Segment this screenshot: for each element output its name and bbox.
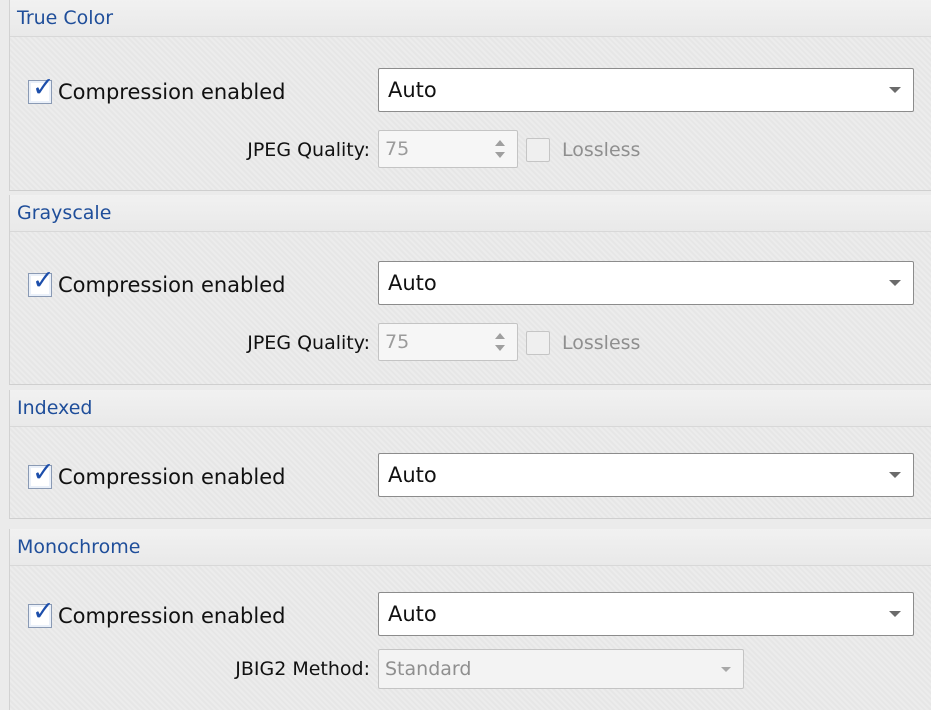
spin-down-icon[interactable]	[495, 345, 505, 351]
checkmark-icon: ✓	[32, 265, 55, 296]
section-title: Monochrome	[17, 536, 141, 558]
spin-up-icon[interactable]	[495, 140, 505, 146]
checkmark-icon: ✓	[32, 457, 55, 488]
chevron-down-icon	[889, 611, 901, 617]
checkmark-icon: ✓	[32, 72, 55, 103]
spinner-value: 75	[385, 138, 410, 160]
section-title: Indexed	[17, 397, 93, 419]
section-header: Indexed	[10, 390, 931, 427]
section-grayscale: Grayscale ✓ Compression enabled Auto JPE…	[9, 195, 931, 385]
compression-method-dropdown[interactable]: Auto	[378, 592, 914, 636]
dropdown-value: Auto	[388, 271, 437, 295]
jpeg-quality-spinner[interactable]: 75	[378, 130, 518, 168]
chevron-down-icon	[889, 87, 901, 93]
spin-down-icon[interactable]	[495, 152, 505, 158]
compression-enabled-label[interactable]: Compression enabled	[58, 604, 285, 628]
jpeg-quality-spinner[interactable]: 75	[378, 323, 518, 361]
jbig2-method-label: JBIG2 Method:	[235, 658, 370, 680]
section-title: True Color	[17, 7, 114, 29]
compression-method-dropdown[interactable]: Auto	[378, 68, 914, 112]
jbig2-method-dropdown[interactable]: Standard	[378, 649, 744, 689]
section-header: True Color	[10, 0, 931, 37]
compression-enabled-checkbox[interactable]: ✓	[28, 459, 55, 489]
compression-settings-panel: True Color ✓ Compression enabled Auto JP…	[9, 0, 931, 710]
section-header: Grayscale	[10, 195, 931, 232]
compression-enabled-checkbox[interactable]: ✓	[28, 267, 55, 297]
checkmark-icon: ✓	[32, 596, 55, 627]
compression-enabled-label[interactable]: Compression enabled	[58, 465, 285, 489]
chevron-down-icon	[889, 472, 901, 478]
section-monochrome: Monochrome ✓ Compression enabled Auto JB…	[9, 529, 931, 710]
dropdown-value: Standard	[385, 658, 472, 680]
section-true-color: True Color ✓ Compression enabled Auto JP…	[9, 0, 931, 191]
lossless-label[interactable]: Lossless	[562, 139, 640, 161]
chevron-down-icon	[721, 667, 731, 672]
compression-enabled-label[interactable]: Compression enabled	[58, 80, 285, 104]
compression-method-dropdown[interactable]: Auto	[378, 261, 914, 305]
dropdown-value: Auto	[388, 78, 437, 102]
chevron-down-icon	[889, 280, 901, 286]
compression-method-dropdown[interactable]: Auto	[378, 453, 914, 497]
compression-enabled-checkbox[interactable]: ✓	[28, 74, 55, 104]
jpeg-quality-label: JPEG Quality:	[247, 139, 370, 161]
dropdown-value: Auto	[388, 602, 437, 626]
compression-enabled-checkbox[interactable]: ✓	[28, 598, 55, 628]
dropdown-value: Auto	[388, 463, 437, 487]
spinner-value: 75	[385, 331, 410, 353]
spin-up-icon[interactable]	[495, 333, 505, 339]
lossless-label[interactable]: Lossless	[562, 332, 640, 354]
section-indexed: Indexed ✓ Compression enabled Auto	[9, 390, 931, 519]
lossless-checkbox[interactable]	[526, 331, 550, 355]
jpeg-quality-label: JPEG Quality:	[247, 332, 370, 354]
lossless-checkbox[interactable]	[526, 138, 550, 162]
section-title: Grayscale	[17, 202, 112, 224]
section-header: Monochrome	[10, 529, 931, 566]
compression-enabled-label[interactable]: Compression enabled	[58, 273, 285, 297]
